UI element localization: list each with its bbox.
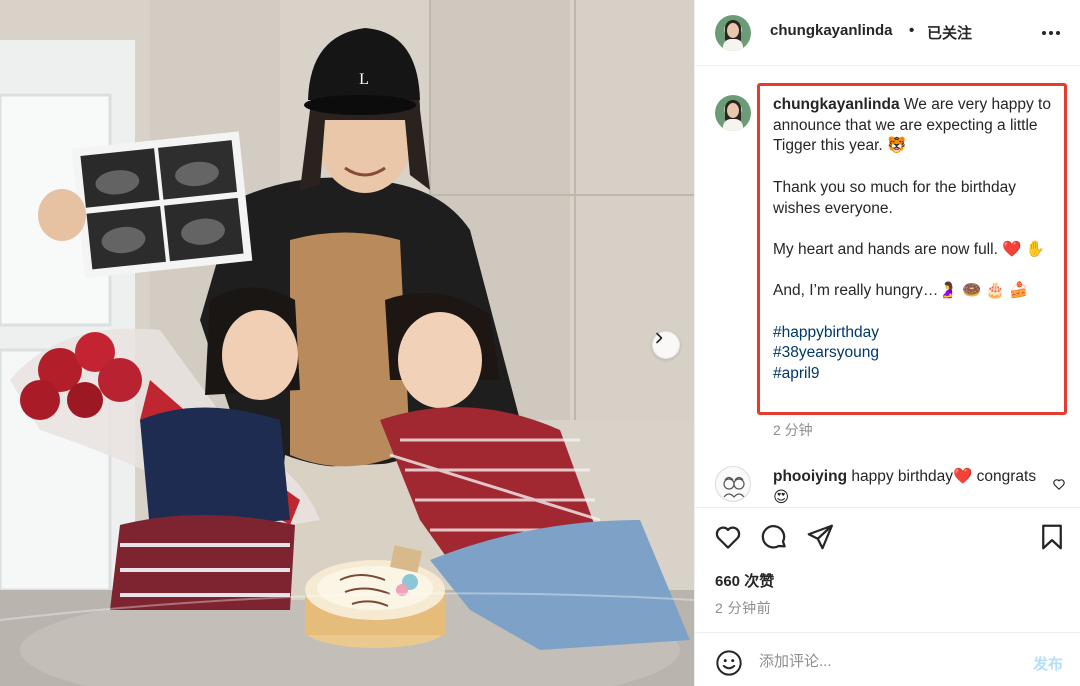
caption-line-3: My heart and hands are now full. ❤️ ✋ — [773, 240, 1046, 258]
cap-logo: L — [359, 71, 369, 88]
bookmark-icon[interactable] — [1037, 522, 1067, 552]
comment-item: phooiying happy birthday❤️ congrats😍 — [773, 467, 1043, 507]
caption-username-link[interactable]: chungkayanlinda — [773, 96, 900, 113]
likes-count[interactable]: 660 次赞 — [715, 570, 774, 591]
chevron-right-icon — [656, 332, 663, 344]
hashtag-link[interactable]: #april9 — [773, 364, 1059, 385]
smiley-icon[interactable] — [715, 649, 743, 677]
comment-composer: 发布 — [695, 632, 1080, 686]
caption-line-4: And, I’m really hungry…🤰 🍩 🎂 🍰 — [773, 282, 1029, 300]
hashtag-link[interactable]: #happybirthday — [773, 323, 1059, 344]
heart-icon[interactable] — [713, 522, 743, 552]
commenter-username-link[interactable]: phooiying — [773, 468, 847, 485]
following-button[interactable]: 已关注 — [927, 22, 972, 43]
caption-timestamp: 2 分钟 — [773, 422, 813, 438]
post-actions: 660 次赞 2 分钟前 — [695, 507, 1080, 632]
paper-plane-icon[interactable] — [805, 522, 835, 552]
hashtag-link[interactable]: #38yearsyoung — [773, 343, 1059, 364]
next-photo-button[interactable] — [652, 331, 680, 359]
post-photo[interactable]: L — [0, 0, 694, 686]
author-username-link[interactable]: chungkayanlinda — [770, 22, 893, 39]
more-horizontal-icon[interactable] — [1040, 23, 1062, 43]
caption-line-2: Thank you so much for the birthday wishe… — [773, 178, 1016, 217]
header-separator: • — [909, 22, 915, 39]
cartoon-avatar-icon — [723, 476, 745, 498]
post-caption: chungkayanlinda We are very happy to ann… — [773, 95, 1059, 385]
comments-area[interactable]: chungkayanlinda We are very happy to ann… — [695, 67, 1080, 507]
post-side-panel: chungkayanlinda • 已关注 chungkayanlinda We… — [694, 0, 1080, 686]
post-timestamp: 2 分钟前 — [715, 600, 772, 616]
comment-input[interactable] — [759, 647, 1009, 675]
post-comment-button[interactable]: 发布 — [1033, 653, 1063, 674]
heart-outline-icon[interactable] — [1052, 477, 1066, 491]
author-avatar[interactable] — [715, 15, 751, 51]
post-header: chungkayanlinda • 已关注 — [695, 0, 1080, 66]
caption-author-avatar[interactable] — [715, 95, 751, 131]
speech-bubble-icon[interactable] — [759, 522, 789, 552]
photo-illustration: L — [0, 0, 694, 686]
commenter-avatar[interactable] — [715, 466, 751, 502]
